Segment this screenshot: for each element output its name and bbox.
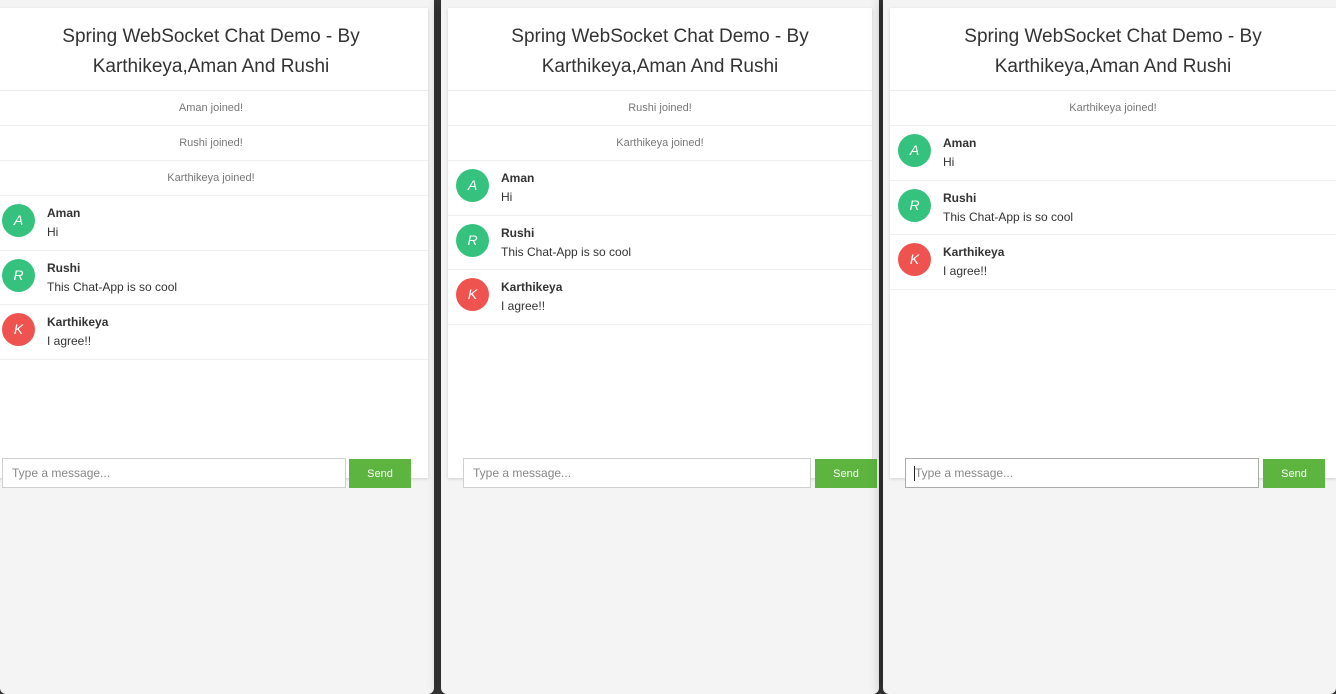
chat-message: R Rushi This Chat-App is so cool bbox=[0, 251, 428, 305]
event-message: Karthikeya joined! bbox=[890, 91, 1336, 126]
avatar: R bbox=[2, 258, 35, 292]
page-title: Spring WebSocket Chat Demo - By Karthike… bbox=[511, 26, 809, 77]
message-text: Hi bbox=[943, 155, 955, 169]
sender-name: Rushi bbox=[501, 225, 535, 240]
message-input[interactable] bbox=[463, 458, 811, 488]
message-list: Rushi joined! Karthikeya joined! A Aman … bbox=[448, 91, 872, 325]
message-text: Hi bbox=[501, 190, 513, 204]
event-message: Rushi joined! bbox=[0, 126, 428, 161]
message-input[interactable] bbox=[2, 458, 346, 488]
page-title: Spring WebSocket Chat Demo - By Karthike… bbox=[62, 26, 360, 77]
chat-message: A Aman Hi bbox=[0, 196, 428, 251]
sender-name: Karthikeya bbox=[943, 245, 1005, 259]
event-message: Aman joined! bbox=[0, 91, 428, 126]
send-button[interactable]: Send bbox=[349, 459, 411, 488]
sender-name: Rushi bbox=[943, 190, 977, 205]
event-message: Karthikeya joined! bbox=[448, 126, 872, 161]
message-text: Hi bbox=[47, 225, 59, 239]
chat-header: Spring WebSocket Chat Demo - By Karthike… bbox=[0, 8, 428, 91]
sender-name: Aman bbox=[501, 171, 535, 185]
page-title: Spring WebSocket Chat Demo - By Karthike… bbox=[964, 26, 1262, 77]
message-text: I agree!! bbox=[47, 334, 92, 348]
avatar: R bbox=[898, 188, 931, 222]
sender-name: Karthikeya bbox=[47, 315, 109, 329]
chat-window-2: Spring WebSocket Chat Demo - By Karthike… bbox=[441, 0, 879, 694]
avatar: K bbox=[898, 243, 931, 276]
avatar: A bbox=[898, 134, 931, 167]
message-list: Aman joined! Rushi joined! Karthikeya jo… bbox=[0, 91, 428, 360]
chat-message: A Aman Hi bbox=[448, 161, 872, 216]
event-message: Karthikeya joined! bbox=[0, 161, 428, 196]
message-text: This Chat-App is so cool bbox=[47, 279, 178, 294]
event-message: Rushi joined! bbox=[448, 91, 872, 126]
chat-header: Spring WebSocket Chat Demo - By Karthike… bbox=[890, 8, 1336, 91]
send-button[interactable]: Send bbox=[815, 459, 877, 488]
chat-window-1: Spring WebSocket Chat Demo - By Karthike… bbox=[0, 0, 434, 694]
message-input[interactable] bbox=[905, 458, 1259, 488]
chat-message: R Rushi This Chat-App is so cool bbox=[890, 181, 1336, 235]
message-text: I agree!! bbox=[943, 264, 988, 278]
avatar: R bbox=[456, 223, 489, 257]
chat-message: K Karthikeya I agree!! bbox=[448, 270, 872, 325]
chat-container: Spring WebSocket Chat Demo - By Karthike… bbox=[890, 8, 1336, 478]
chat-message: K Karthikeya I agree!! bbox=[890, 235, 1336, 290]
message-text: This Chat-App is so cool bbox=[943, 209, 1074, 224]
message-text: This Chat-App is so cool bbox=[501, 244, 632, 259]
send-button[interactable]: Send bbox=[1263, 459, 1325, 488]
chat-header: Spring WebSocket Chat Demo - By Karthike… bbox=[448, 8, 872, 91]
chat-window-3: Spring WebSocket Chat Demo - By Karthike… bbox=[883, 0, 1336, 694]
avatar: A bbox=[2, 204, 35, 237]
sender-name: Rushi bbox=[47, 260, 81, 275]
chat-message: A Aman Hi bbox=[890, 126, 1336, 181]
sender-name: Aman bbox=[47, 206, 81, 220]
chat-container: Spring WebSocket Chat Demo - By Karthike… bbox=[448, 8, 872, 478]
message-list: Karthikeya joined! A Aman Hi R Rushi Thi… bbox=[890, 91, 1336, 290]
chat-message: R Rushi This Chat-App is so cool bbox=[448, 216, 872, 270]
avatar: A bbox=[456, 169, 489, 202]
sender-name: Karthikeya bbox=[501, 280, 563, 294]
text-cursor bbox=[914, 466, 915, 481]
avatar: K bbox=[2, 313, 35, 346]
message-text: I agree!! bbox=[501, 299, 546, 313]
sender-name: Aman bbox=[943, 136, 977, 150]
chat-container: Spring WebSocket Chat Demo - By Karthike… bbox=[0, 8, 428, 478]
chat-message: K Karthikeya I agree!! bbox=[0, 305, 428, 360]
avatar: K bbox=[456, 278, 489, 311]
